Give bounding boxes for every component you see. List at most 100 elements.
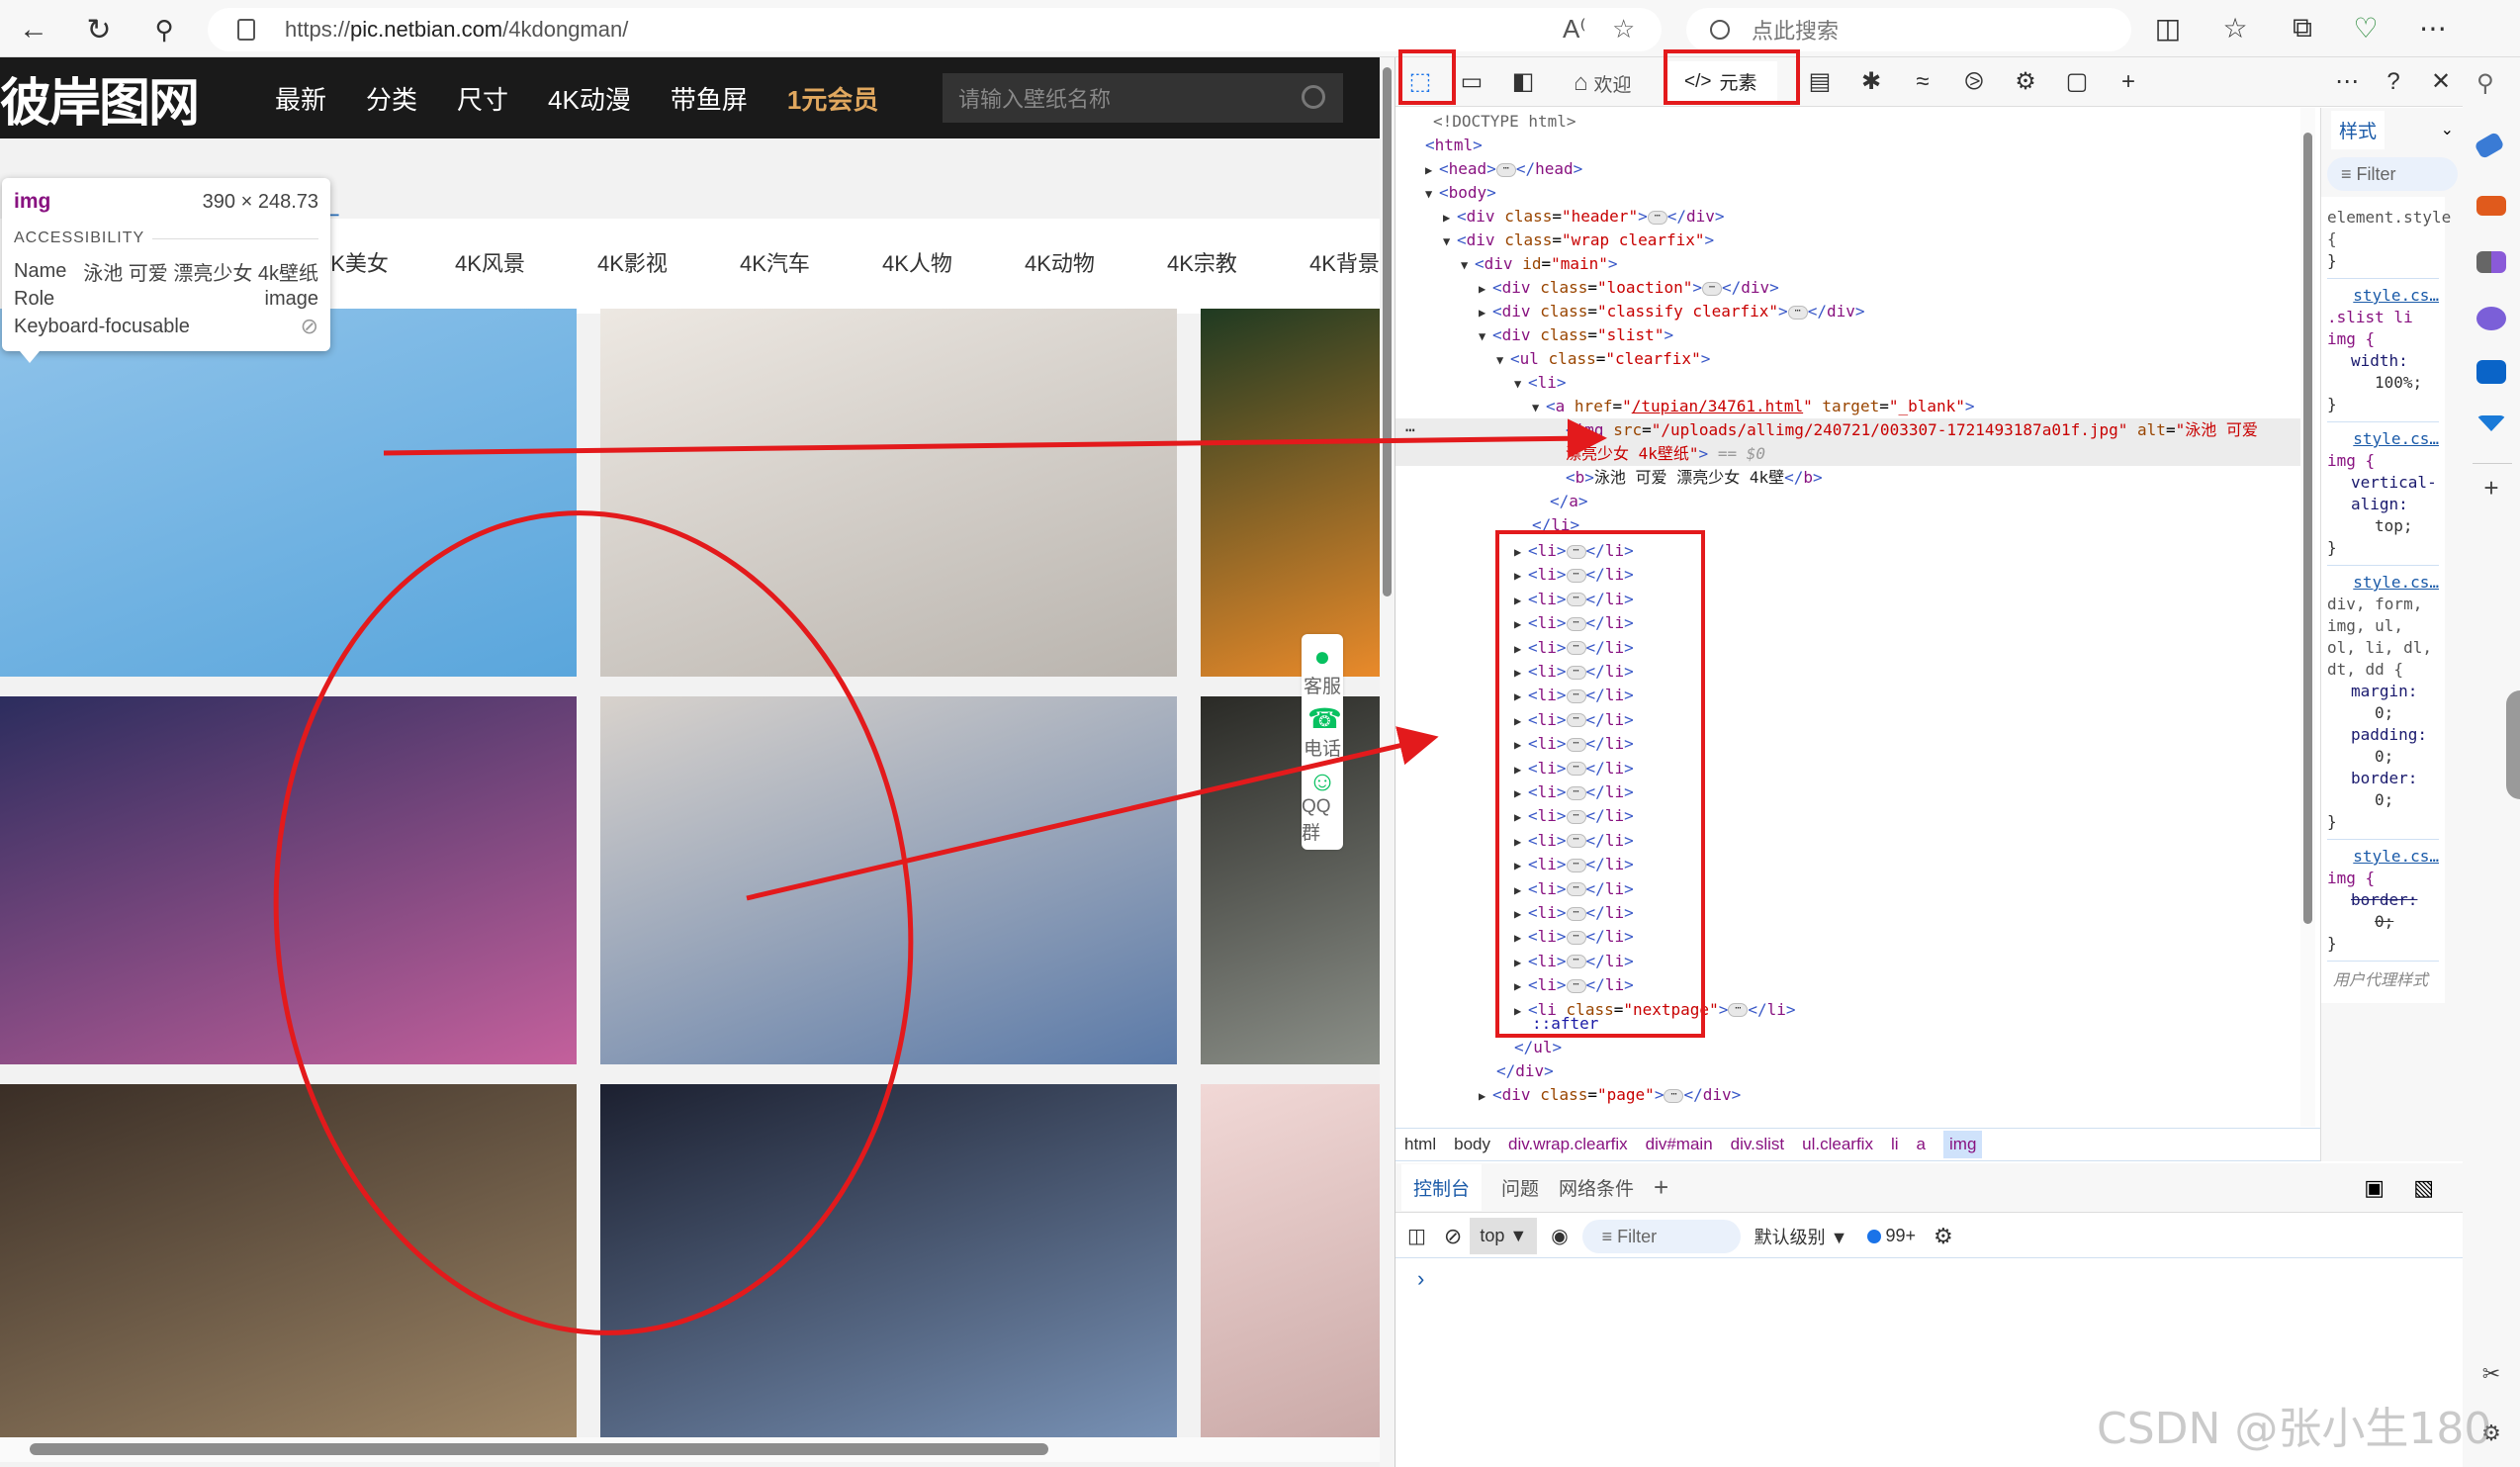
dom-href-link[interactable]: /tupian/34761.html — [1632, 397, 1803, 415]
tab-issues[interactable]: 问题 — [1501, 1174, 1539, 1201]
gear-icon[interactable]: ⚙ — [1934, 1224, 1953, 1249]
css-property[interactable]: padding: — [2327, 724, 2439, 746]
search-icon[interactable]: ⚲ — [2476, 69, 2506, 99]
console-icon[interactable]: ▤ — [1803, 65, 1837, 99]
sidebar-collapse-handle[interactable] — [2506, 690, 2520, 799]
wallpaper-thumbnail[interactable] — [1201, 1084, 1380, 1452]
css-property[interactable]: border: — [2327, 889, 2439, 911]
crumb-ul[interactable]: ul.clearfix — [1802, 1135, 1873, 1154]
css-property[interactable]: width: — [2327, 350, 2439, 372]
dom-div-page[interactable]: ▶ <div class="page"> ⋯ </div> — [1479, 1083, 1741, 1107]
tab-styles[interactable]: 样式 — [2331, 110, 2385, 149]
dom-ul[interactable]: ▼ <ul class="clearfix"> — [1496, 347, 1710, 371]
address-bar[interactable]: https://pic.netbian.com/4kdongman/ A⁽ ☆ — [208, 8, 1662, 51]
search-icon[interactable] — [1302, 85, 1325, 109]
url-text[interactable]: https://pic.netbian.com/4kdongman/ — [285, 17, 628, 43]
dom-li-collapsed[interactable]: ▶ <li> ⋯ </li> — [1514, 588, 1634, 611]
crumb-html[interactable]: html — [1404, 1135, 1436, 1154]
dom-div-classify[interactable]: ▶ <div class="classify clearfix"> ⋯ </div> — [1479, 300, 1865, 323]
scrollbar-thumb[interactable] — [2303, 133, 2312, 924]
category-car[interactable]: 4K汽车 — [740, 246, 810, 278]
css-property[interactable]: border: — [2327, 768, 2439, 789]
dom-html[interactable]: <html> — [1425, 134, 1483, 157]
nav-item-category[interactable]: 分类 — [366, 80, 417, 117]
crumb-body[interactable]: body — [1454, 1135, 1490, 1154]
css-property[interactable]: margin: — [2327, 681, 2439, 702]
css-source-link[interactable]: style.cs… — [2327, 572, 2439, 594]
dom-after-pseudo[interactable]: ::after — [1532, 1012, 1598, 1036]
dom-li-collapsed[interactable]: ▶ <li> ⋯ </li> — [1514, 901, 1634, 925]
sidebar-toggle-icon[interactable]: ◫ — [1407, 1224, 1426, 1248]
nav-item-ultrawide[interactable]: 带鱼屏 — [671, 80, 748, 117]
dom-li-collapsed[interactable]: ▶ <li> ⋯ </li> — [1514, 757, 1634, 780]
category-film[interactable]: 4K影视 — [597, 246, 668, 278]
wallpaper-thumbnail[interactable] — [600, 696, 1177, 1064]
wallpaper-thumbnail[interactable] — [0, 1084, 577, 1452]
application-icon[interactable]: ▢ — [2060, 65, 2094, 99]
dom-div-main[interactable]: ▼ <div id="main"> — [1461, 252, 1618, 276]
wallpaper-thumbnail[interactable] — [0, 309, 577, 677]
nav-item-vip[interactable]: 1元会员 — [787, 80, 878, 117]
memory-chip-icon[interactable]: ⚙ — [2009, 65, 2042, 99]
dom-li-collapsed[interactable]: ▶ <li> ⋯ </li> — [1514, 732, 1634, 756]
dock-drawer-icon[interactable]: ▣ — [2364, 1175, 2385, 1201]
wallpaper-thumbnail[interactable] — [1201, 309, 1380, 677]
message-count-badge[interactable]: 99+ — [1867, 1226, 1916, 1246]
scrollbar-thumb[interactable] — [30, 1443, 1048, 1455]
category-animal[interactable]: 4K动物 — [1025, 246, 1095, 278]
log-level-dropdown[interactable]: 默认级别 ▼ — [1755, 1224, 1848, 1249]
dom-body[interactable]: ▼ <body> — [1425, 181, 1496, 205]
tab-console[interactable]: 控制台 — [1401, 1164, 1483, 1211]
inspect-element-icon[interactable]: ⬚ — [1403, 65, 1437, 99]
dom-img-selected[interactable]: ⋯ <img src="/uploads/allimg/240721/00330… — [1395, 418, 2300, 466]
outlook-icon[interactable] — [2476, 360, 2506, 384]
crumb-slist[interactable]: div.slist — [1731, 1135, 1784, 1154]
site-logo[interactable]: 彼岸图网 — [0, 61, 200, 136]
read-aloud-icon[interactable]: A⁽ — [1563, 14, 1586, 45]
dom-li-collapsed[interactable]: ▶ <li> ⋯ </li> — [1514, 829, 1634, 853]
console-prompt[interactable]: › — [1417, 1266, 1424, 1292]
dom-li-collapsed[interactable]: ▶ <li> ⋯ </li> — [1514, 973, 1634, 997]
games-icon[interactable] — [2476, 251, 2506, 273]
lock-icon[interactable] — [237, 19, 255, 41]
microsoft365-icon[interactable] — [2476, 307, 2506, 330]
dom-head[interactable]: ▶ <head> ⋯ </head> — [1425, 157, 1582, 181]
css-property[interactable]: vertical-align: — [2327, 472, 2439, 515]
crumb-li[interactable]: li — [1891, 1135, 1899, 1154]
dom-li-collapsed[interactable]: ▶ <li> ⋯ </li> — [1514, 539, 1634, 563]
dom-li-collapsed[interactable]: ▶ <li> ⋯ </li> — [1514, 950, 1634, 973]
css-rule[interactable]: style.cs… .slist li img {width: 100%;} — [2327, 279, 2439, 422]
browser-search-box[interactable]: 点此搜索 — [1686, 8, 2131, 51]
wallpaper-thumbnail[interactable] — [1201, 696, 1380, 1064]
dom-li-collapsed[interactable]: ▶ <li> ⋯ </li> — [1514, 563, 1634, 587]
clear-console-icon[interactable]: ⊘ — [1444, 1224, 1462, 1249]
category-religion[interactable]: 4K宗教 — [1167, 246, 1237, 278]
dom-div-header[interactable]: ▶ <div class="header"> ⋯ </div> — [1443, 205, 1725, 229]
css-value[interactable]: 0; — [2327, 789, 2439, 811]
dom-b[interactable]: <b>泳池 可爱 漂亮少女 4k壁</b> — [1566, 466, 1823, 490]
dom-li-first[interactable]: ▼ <li> — [1514, 371, 1567, 395]
screenshot-icon[interactable]: ✂ — [2476, 1361, 2506, 1391]
page-horizontal-scrollbar[interactable] — [0, 1437, 1380, 1462]
favorites-icon[interactable]: ☆ — [2215, 12, 2255, 45]
chevron-down-icon[interactable]: ⌄ — [2441, 120, 2454, 139]
customer-service-button[interactable]: ● 客服 — [1304, 642, 1341, 698]
dom-div-slist[interactable]: ▼ <div class="slist"> — [1479, 323, 1673, 347]
add-drawer-tab-icon[interactable]: + — [1654, 1172, 1668, 1203]
network-wifi-icon[interactable]: ≈ — [1906, 65, 1939, 99]
css-rule[interactable]: style.cs… img {border: 0;} — [2327, 840, 2439, 962]
crumb-img[interactable]: img — [1943, 1131, 1983, 1158]
add-tab-icon[interactable]: + — [2112, 65, 2145, 99]
dom-doctype[interactable]: <!DOCTYPE html> — [1433, 110, 1576, 134]
crumb-wrap[interactable]: div.wrap.clearfix — [1508, 1135, 1628, 1154]
css-value[interactable]: 100%; — [2327, 372, 2439, 394]
category-scenery[interactable]: 4K风景 — [455, 246, 525, 278]
dom-li-collapsed[interactable]: ▶ <li> ⋯ </li> — [1514, 804, 1634, 828]
dom-div-loaction[interactable]: ▶ <div class="loaction"> ⋯ </div> — [1479, 276, 1779, 300]
site-search-input[interactable]: 请输入壁纸名称 — [943, 73, 1343, 123]
dom-a[interactable]: ▼ <a href="/tupian/34761.html" target="_b… — [1532, 395, 1975, 418]
context-selector[interactable]: top ▼ — [1470, 1218, 1538, 1254]
css-rule[interactable]: style.cs… img {vertical-align: top;} — [2327, 422, 2439, 566]
dom-tree-scrollbar[interactable] — [2300, 108, 2315, 1127]
undock-drawer-icon[interactable]: ▧ — [2413, 1175, 2434, 1201]
